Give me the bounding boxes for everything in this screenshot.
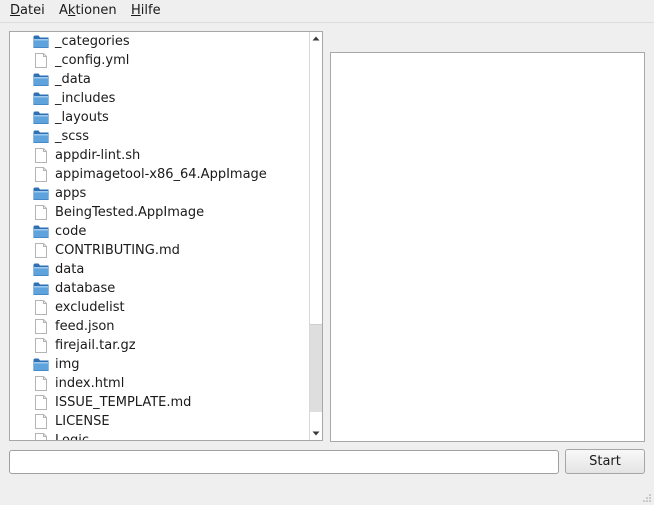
folder-icon	[33, 110, 49, 125]
file-list-item[interactable]: code	[10, 222, 310, 241]
scroll-up-button[interactable]	[310, 32, 322, 45]
file-list-item[interactable]: LICENSE	[10, 412, 310, 431]
folder-icon	[33, 281, 49, 296]
file-list-item[interactable]: firejail.tar.gz	[10, 336, 310, 355]
file-list-item[interactable]: apps	[10, 184, 310, 203]
file-list-item[interactable]: feed.json	[10, 317, 310, 336]
file-list-item[interactable]: excludelist	[10, 298, 310, 317]
vertical-scrollbar[interactable]	[309, 32, 322, 440]
file-icon	[33, 205, 49, 220]
file-icon	[33, 300, 49, 315]
file-list-item-label: code	[55, 224, 87, 239]
command-input[interactable]	[9, 450, 559, 474]
file-list-item-label: excludelist	[55, 300, 125, 315]
menu-datei-rest: atei	[20, 3, 45, 18]
file-icon	[33, 414, 49, 429]
file-list-item[interactable]: Logic	[10, 431, 310, 440]
scroll-thumb[interactable]	[310, 323, 322, 412]
file-list-item[interactable]: appimagetool-x86_64.AppImage	[10, 165, 310, 184]
menu-aktionen-pre: A	[59, 3, 68, 18]
file-list-item-label: firejail.tar.gz	[55, 338, 136, 353]
file-list-item-label: _includes	[55, 91, 116, 106]
folder-icon	[33, 186, 49, 201]
file-icon	[33, 395, 49, 410]
arrow-up-icon	[312, 36, 320, 41]
file-icon	[33, 376, 49, 391]
menu-bar: Datei Aktionen Hilfe	[0, 0, 654, 23]
file-list-item-label: appdir-lint.sh	[55, 148, 141, 163]
file-list-item[interactable]: _categories	[10, 32, 310, 51]
menu-hilfe-rest: ilfe	[140, 3, 161, 18]
file-list-item-label: Logic	[55, 432, 89, 440]
file-list-item[interactable]: _includes	[10, 89, 310, 108]
file-list-item[interactable]: data	[10, 260, 310, 279]
file-list-item-label: _data	[55, 72, 91, 87]
arrow-down-icon	[312, 431, 320, 436]
file-list-item-label: database	[55, 281, 116, 296]
file-list-item[interactable]: database	[10, 279, 310, 298]
file-list-item-label: data	[55, 262, 85, 277]
menu-aktionen[interactable]: Aktionen	[59, 3, 117, 19]
file-icon	[33, 338, 49, 353]
file-list-item[interactable]: index.html	[10, 374, 310, 393]
file-list-item-label: appimagetool-x86_64.AppImage	[55, 167, 267, 182]
resize-grip-icon[interactable]	[642, 493, 652, 503]
file-list-item[interactable]: _data	[10, 70, 310, 89]
folder-icon	[33, 357, 49, 372]
folder-icon	[33, 72, 49, 87]
file-list-item-label: BeingTested.AppImage	[55, 205, 205, 220]
folder-icon	[33, 34, 49, 49]
folder-icon	[33, 262, 49, 277]
file-list-item[interactable]: appdir-lint.sh	[10, 146, 310, 165]
file-list[interactable]: _categories _config.yml _data _includes _lay…	[9, 31, 323, 441]
file-icon	[33, 243, 49, 258]
start-button[interactable]: Start	[565, 449, 645, 474]
file-list-item-label: img	[55, 357, 80, 372]
folder-icon	[33, 91, 49, 106]
file-list-item[interactable]: BeingTested.AppImage	[10, 203, 310, 222]
file-list-item[interactable]: _layouts	[10, 108, 310, 127]
file-list-item-label: _layouts	[55, 110, 109, 125]
file-icon	[33, 167, 49, 182]
file-list-item-label: CONTRIBUTING.md	[55, 243, 180, 258]
file-list-item-label: _scss	[55, 129, 89, 144]
file-icon	[33, 53, 49, 68]
folder-icon	[33, 224, 49, 239]
menu-hilfe-mnemonic: H	[131, 3, 141, 18]
file-list-item-label: LICENSE	[55, 414, 110, 429]
file-list-item-label: apps	[55, 186, 87, 201]
menu-datei-mnemonic: D	[10, 3, 21, 18]
scroll-down-button[interactable]	[310, 427, 322, 440]
file-list-item[interactable]: _scss	[10, 127, 310, 146]
preview-panel	[330, 52, 645, 442]
file-list-item-label: ISSUE_TEMPLATE.md	[55, 395, 192, 410]
folder-icon	[33, 129, 49, 144]
menu-datei[interactable]: Datei	[10, 3, 45, 19]
file-list-item[interactable]: _config.yml	[10, 51, 310, 70]
file-list-item-label: feed.json	[55, 319, 115, 334]
file-list-item[interactable]: img	[10, 355, 310, 374]
app-window: Datei Aktionen Hilfe _categories _config.…	[0, 0, 654, 505]
file-list-item[interactable]: ISSUE_TEMPLATE.md	[10, 393, 310, 412]
file-list-item[interactable]: CONTRIBUTING.md	[10, 241, 310, 260]
menu-hilfe[interactable]: Hilfe	[131, 3, 161, 19]
file-icon	[33, 319, 49, 334]
file-icon	[33, 148, 49, 163]
file-icon	[33, 433, 49, 440]
menu-aktionen-rest: tionen	[75, 3, 117, 18]
file-list-rows: _categories _config.yml _data _includes _lay…	[10, 32, 310, 440]
file-list-item-label: index.html	[55, 376, 125, 391]
file-list-item-label: _config.yml	[55, 53, 130, 68]
file-list-item-label: _categories	[55, 34, 130, 49]
